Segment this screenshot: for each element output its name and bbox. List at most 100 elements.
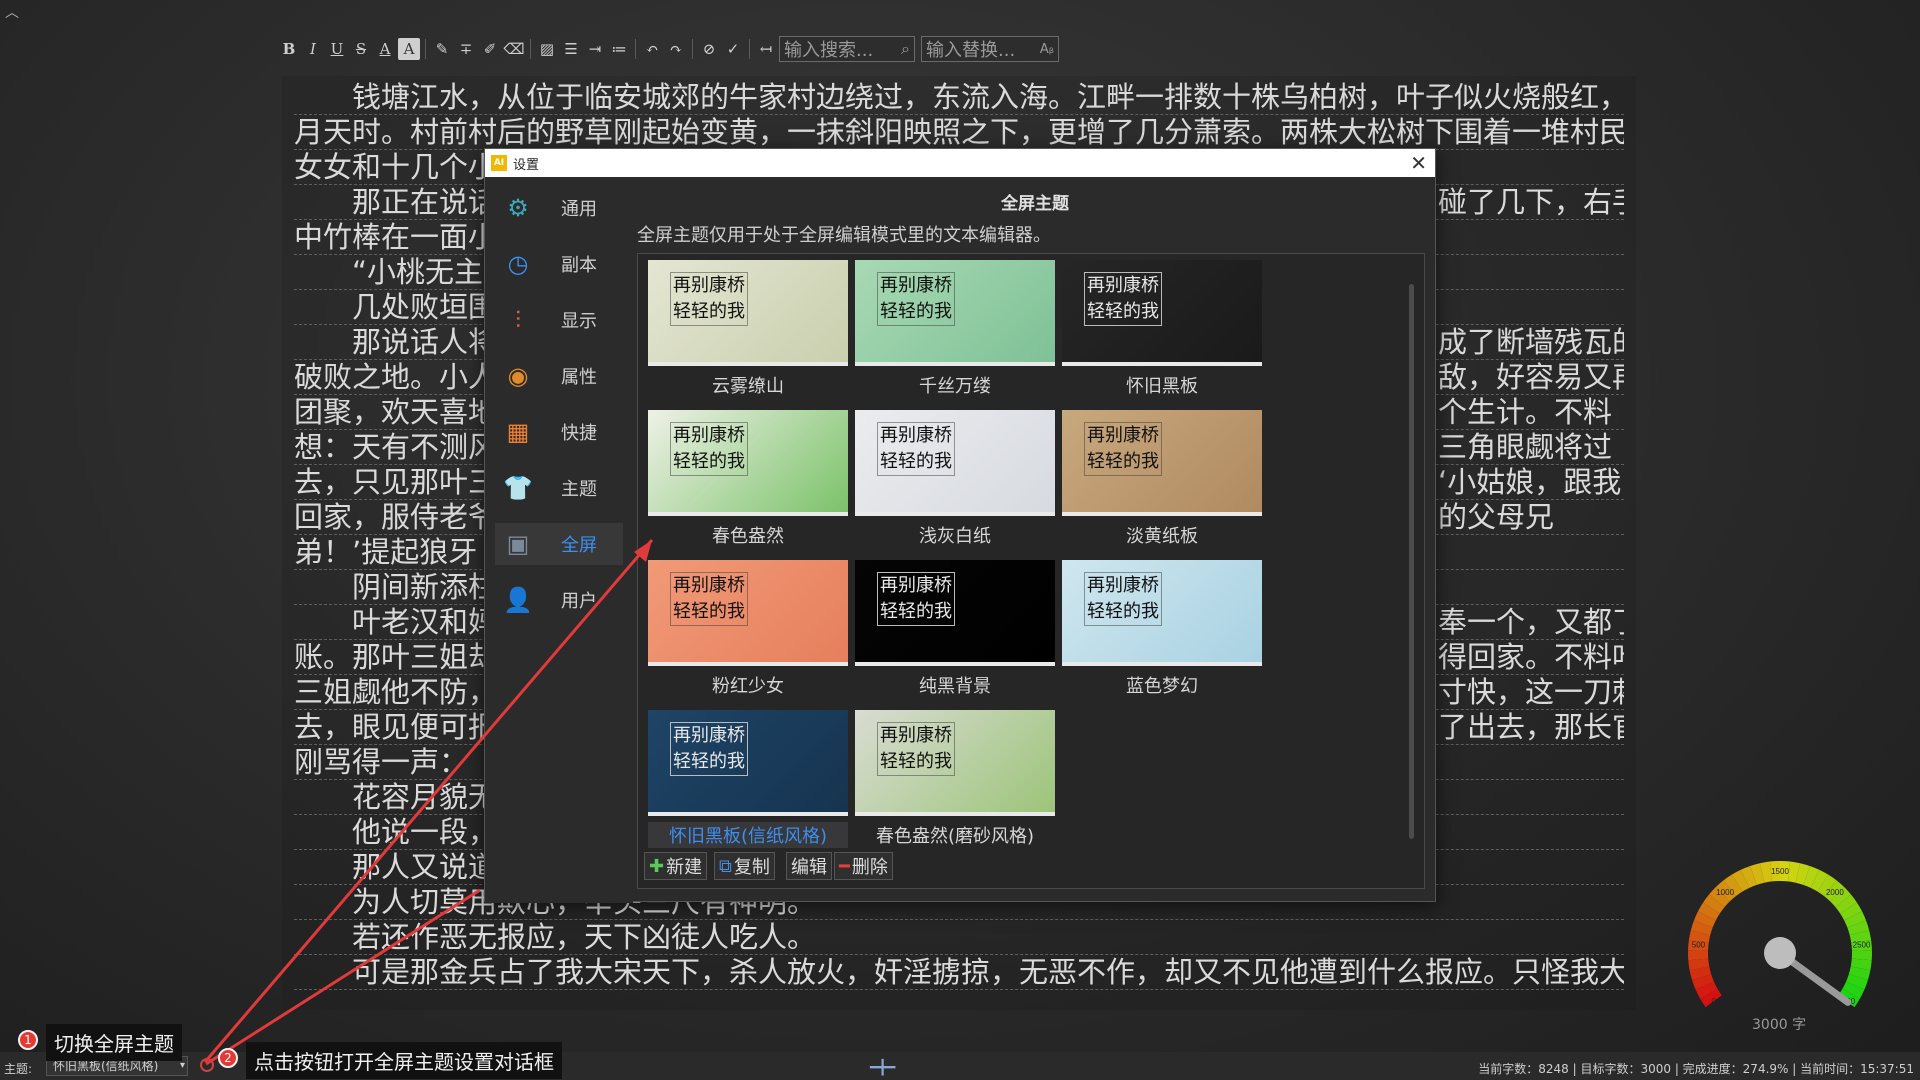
nav-item-color-wheel[interactable]: ◉ 属性 <box>495 355 623 397</box>
nav-item-fullscreen[interactable]: ▣ 全屏 <box>495 523 623 565</box>
highlight-icon[interactable]: A <box>398 38 420 60</box>
theme-item[interactable]: 再别康桥 轻轻的我 云雾缭山 <box>648 260 848 410</box>
theme-item[interactable]: 再别康桥 轻轻的我蓝色梦幻 <box>1062 560 1262 710</box>
text-line-content: 去，只见那叶三 <box>294 465 498 499</box>
gauge-label: 3000 字 <box>1752 1017 1807 1033</box>
theme-name: 纯黑背景 <box>919 676 991 697</box>
status-info: 当前字数：8248 | 目标字数：3000 | 完成进度：274.9% | 当前… <box>1478 1062 1914 1076</box>
pen-icon[interactable]: ✎ <box>431 38 453 60</box>
collapse-icon[interactable]: ︿ <box>2 2 22 22</box>
text-line-tail: 三角眼觑将过 <box>1438 430 1613 464</box>
search-input[interactable]: 输入搜索... ⌕ <box>779 36 915 62</box>
strikethrough-icon[interactable]: S <box>350 38 372 60</box>
text-line-content: “小桃无主 <box>352 255 484 289</box>
text-line-content: 那说话人将 <box>352 325 498 359</box>
text-line-tail: 成了断墙残瓦的 <box>1438 325 1624 359</box>
theme-thumbnail: 再别康桥 轻轻的我 <box>855 710 1055 816</box>
nav-item-label: 主题 <box>561 479 597 500</box>
nav-item-label: 用户 <box>561 591 597 612</box>
theme-item[interactable]: 再别康桥 轻轻的我 淡黄纸板 <box>1062 410 1262 560</box>
theme-item[interactable]: 再别康桥 轻轻的我 浅灰白纸 <box>855 410 1055 560</box>
user-settings-icon: 👤 <box>503 586 533 614</box>
nav-item-gear[interactable]: ⚙ 通用 <box>495 187 623 229</box>
action-label: 复制 <box>733 857 770 878</box>
theme-item[interactable]: 再别康桥 轻轻的我纯黑背景 <box>855 560 1055 710</box>
gauge-tick-label: 1500 <box>1771 867 1789 876</box>
close-button[interactable]: ✕ <box>1410 152 1427 174</box>
text-line-content: 阴间新添柱 <box>352 570 498 604</box>
list-icon[interactable]: ≔ <box>608 38 630 60</box>
undo-icon[interactable]: ↶ <box>641 38 663 60</box>
text-line-tail: ‘小姑娘，跟我 <box>1438 465 1622 499</box>
gauge-segment <box>1851 950 1872 961</box>
theme-sample-text: 再别康桥 轻轻的我 <box>670 572 748 626</box>
callout-one-text: 切换全屏主题 <box>46 1024 182 1061</box>
new-button[interactable]: ✚ 新建 <box>644 852 708 880</box>
settings-dialog: AI 设置 ✕ ⚙ 通用 ◷ 副本 ⫶ 显示 ◉ 属性 ▦ 快捷 👕 主题 ▣ 全屏 👤 用户 全屏主题 全屏… <box>484 148 1436 903</box>
text-line-content: 女女和十几个小 <box>294 150 498 184</box>
text-line[interactable]: 可是那金兵占了我大宋天下，杀人放火，奸淫掳掠，无恶不作，却又不见他遭到什么报应。… <box>294 955 1624 990</box>
text-line-tail: 奉一个，又都了 <box>1438 605 1624 639</box>
theme-name: 浅灰白纸 <box>919 526 991 547</box>
indent-icon[interactable]: ⇥ <box>584 38 606 60</box>
zoom-slider-icon[interactable]: ━╋━ <box>870 1060 895 1076</box>
theme-sample-text: 再别康桥 轻轻的我 <box>877 572 955 626</box>
nav-item-keyboard[interactable]: ▦ 快捷 <box>495 411 623 453</box>
theme-item[interactable]: 再别康桥 轻轻的我 粉红少女 <box>648 560 848 710</box>
nav-item-sliders[interactable]: ⫶ 显示 <box>495 299 623 341</box>
callout-one-badge: 1 <box>18 1030 38 1050</box>
copy-button[interactable]: ⧉ 复制 <box>714 852 775 880</box>
eraser-icon[interactable]: ⌫ <box>503 38 525 60</box>
image-icon[interactable]: ▨ <box>536 38 558 60</box>
text-line-content: 那人又说道 <box>352 850 498 884</box>
text-line[interactable]: 若还作恶无报应，天下凶徒人吃人。 <box>294 920 1624 955</box>
pencil-icon[interactable]: ✐ <box>479 38 501 60</box>
theme-item[interactable]: 再别康桥 轻轻的我 怀旧黑板(信纸风格) <box>648 710 848 860</box>
theme-item[interactable]: 再别康桥 轻轻的我 春色盎然 <box>648 410 848 560</box>
nav-item-shirt[interactable]: 👕 主题 <box>495 467 623 509</box>
bold-icon[interactable]: B <box>278 38 300 60</box>
theme-sample-text: 再别康桥 轻轻的我 <box>1084 572 1162 626</box>
text-line-content: 弟！’提起狼牙 <box>294 535 478 569</box>
theme-sample-text: 再别康桥 轻轻的我 <box>1084 422 1162 476</box>
search-icon[interactable]: ⌕ <box>901 39 910 59</box>
delete-button[interactable]: ━ 删除 <box>834 852 893 880</box>
redo-icon[interactable]: ↷ <box>665 38 687 60</box>
text-line-content: 他说一段， <box>352 815 498 849</box>
fullscreen-theme-button[interactable] <box>200 1058 214 1072</box>
nav-item-clock[interactable]: ◷ 副本 <box>495 243 623 285</box>
text-line-content: 想：天有不测风 <box>294 430 498 464</box>
sliders-icon: ⫶ <box>515 306 521 334</box>
theme-thumbnail: 再别康桥 轻轻的我 <box>648 560 848 666</box>
text-line-content: 去，眼见便可报 <box>294 710 498 744</box>
theme-item[interactable]: 再别康桥 轻轻的我 春色盎然(磨砂风格) <box>855 710 1055 860</box>
gauge-segment <box>1688 950 1709 961</box>
return-icon[interactable]: ↤ <box>755 38 777 60</box>
text-line[interactable]: 钱塘江水，从位于临安城郊的牛家村边绕过，东流入海。江畔一排数十株乌柏树，叶子似火… <box>294 80 1624 115</box>
clear-format-icon[interactable]: ∓ <box>455 38 477 60</box>
hide-icon[interactable]: ⊘ <box>698 38 720 60</box>
theme-thumbnail: 再别康桥 轻轻的我 <box>855 560 1055 666</box>
word-count-gauge: 050010001500200025003000 <box>1688 861 1872 1008</box>
nav-item-label: 快捷 <box>561 423 597 444</box>
font-color-icon[interactable]: A <box>374 38 396 60</box>
spellcheck-icon[interactable]: ✓ <box>722 38 744 60</box>
underline-icon[interactable]: U <box>326 38 348 60</box>
text-line-content: 若还作恶无报应，天下凶徒人吃人。 <box>352 920 817 954</box>
text-line[interactable]: 月天时。村前村后的野草刚起始变黄，一抹斜阳映照之下，更增了几分萧索。两株大松树下… <box>294 115 1624 150</box>
text-line-tail: 的父母兄 <box>1438 500 1555 534</box>
minus-icon: ━ <box>839 855 850 877</box>
replace-icon[interactable]: Aᵦ <box>1040 42 1054 57</box>
text-line-content: 破败之地。小人 <box>294 360 498 394</box>
theme-list-scrollbar[interactable] <box>1409 284 1414 839</box>
italic-icon[interactable]: I <box>302 38 324 60</box>
plus-icon: ✚ <box>649 855 665 877</box>
edit-button[interactable]: 编辑 <box>786 852 832 880</box>
theme-item[interactable]: 再别康桥 轻轻的我 怀旧黑板 <box>1062 260 1262 410</box>
dialog-titlebar[interactable]: AI 设置 ✕ <box>485 149 1435 177</box>
nav-item-user-settings[interactable]: 👤 用户 <box>495 579 623 621</box>
align-icon[interactable]: ☰ <box>560 38 582 60</box>
theme-name: 蓝色梦幻 <box>1126 676 1198 697</box>
replace-input[interactable]: 输入替换... Aᵦ <box>921 36 1059 62</box>
theme-item[interactable]: 再别康桥 轻轻的我 千丝万缕 <box>855 260 1055 410</box>
